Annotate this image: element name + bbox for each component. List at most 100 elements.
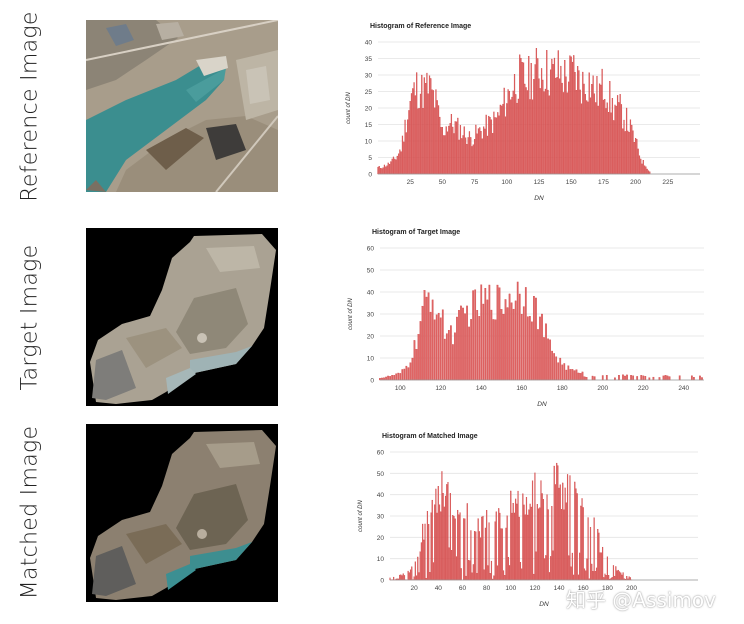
histogram-bar [569, 475, 571, 581]
histogram-bar [481, 138, 483, 175]
histogram-bar [546, 494, 548, 581]
histogram-bar [533, 296, 535, 381]
x-tick-label: 75 [471, 179, 479, 186]
histogram-bar [614, 104, 616, 175]
y-axis-label: count of DN [346, 91, 352, 123]
histogram-bar [589, 97, 592, 175]
histogram-bar [480, 131, 482, 175]
x-tick-label: 20 [411, 585, 419, 592]
histogram-bar [492, 319, 495, 381]
histogram-bar [454, 121, 456, 175]
histogram-bar [666, 375, 669, 381]
histogram-bar [436, 100, 438, 175]
histogram-bar [512, 503, 514, 581]
histogram-bar [407, 570, 409, 581]
histogram-bar [637, 148, 639, 175]
y-tick-label: 50 [377, 471, 385, 478]
histogram-bar [606, 556, 608, 581]
histogram-bar [458, 514, 460, 581]
histogram-bar [431, 89, 433, 175]
histogram-bar [629, 119, 632, 175]
histogram-bar [464, 137, 467, 175]
histogram-bar [504, 575, 506, 581]
histogram-bar [449, 123, 451, 175]
histogram-bar [416, 575, 418, 581]
x-tick-label: 50 [439, 179, 447, 186]
histogram-bar [443, 135, 445, 175]
histogram-bar [452, 126, 454, 175]
histogram-bar [535, 48, 538, 175]
histogram-bar [511, 512, 513, 581]
histogram-bar [425, 83, 427, 175]
row-label-matched: Matched Image [0, 423, 60, 601]
y-tick-label: 20 [377, 535, 385, 542]
histogram-bar [494, 319, 497, 381]
x-axis-label: DN [534, 195, 544, 202]
histogram-bar [539, 507, 541, 581]
histogram-bar [538, 78, 540, 175]
histogram-bar [540, 68, 543, 175]
bars [379, 281, 703, 381]
histogram-bar [433, 319, 436, 381]
histogram-bar [574, 481, 576, 581]
histogram-bar [594, 571, 596, 581]
histogram-bar [393, 576, 395, 581]
histogram-bar [448, 125, 450, 175]
histogram-bar [459, 125, 462, 175]
histogram-bar [478, 316, 481, 381]
histogram-bar [699, 375, 701, 381]
histogram-bar [484, 527, 487, 581]
histogram-bar [640, 375, 643, 381]
histogram-bar [451, 550, 453, 581]
histogram-bar [539, 316, 541, 381]
y-tick-label: 0 [368, 172, 372, 179]
histogram-bar [456, 316, 458, 381]
histogram-bar [482, 515, 484, 581]
histogram-bar [547, 509, 549, 581]
histogram-bar [662, 375, 665, 381]
histogram-bar [496, 565, 499, 581]
histogram-bar [455, 556, 458, 581]
y-tick-label: 20 [367, 334, 375, 341]
histogram-bar [477, 518, 479, 581]
histogram-bar [454, 518, 456, 581]
target-histogram-svg: Histogram of Target Image 0 10 20 30 40 50 60 10… [348, 229, 704, 408]
histogram-bar [413, 82, 415, 175]
histogram-bar [476, 573, 478, 581]
histogram-bar [482, 303, 485, 381]
histogram-bar [432, 90, 434, 175]
histogram-bar [507, 557, 509, 581]
histogram-bar [480, 284, 483, 381]
histogram-bar [647, 170, 650, 175]
histogram-bar [636, 138, 638, 175]
histogram-bar [459, 512, 461, 581]
histogram-bar [468, 326, 470, 381]
histogram-bar [520, 313, 523, 381]
histogram-bar [551, 58, 553, 175]
histogram-bar [429, 311, 432, 381]
histogram-bar [466, 305, 468, 381]
histogram-bar [600, 84, 602, 175]
histogram-bar [474, 289, 477, 381]
histogram-bar [622, 572, 624, 581]
histogram-bar [624, 375, 626, 381]
histogram-bar [428, 524, 430, 581]
histogram-bar [488, 284, 491, 381]
histogram-bar [415, 349, 418, 381]
histogram-bar [605, 108, 607, 175]
histogram-bar [399, 574, 401, 581]
histogram-bar [536, 504, 538, 581]
histogram-bar [445, 333, 448, 381]
histogram-bar [419, 93, 422, 175]
histogram-bar [563, 363, 566, 381]
histogram-bar [555, 77, 557, 175]
histogram-bar [595, 567, 598, 581]
y-axis-label: count of DN [358, 499, 364, 531]
histogram-bar [598, 83, 601, 175]
histogram-bar [554, 484, 557, 581]
histogram-bar [524, 514, 526, 581]
x-tick-label: 100 [501, 179, 512, 186]
histogram-bar [606, 102, 608, 175]
y-tick-label: 10 [367, 356, 375, 363]
chart-title: Histogram of Matched Image [382, 433, 478, 440]
